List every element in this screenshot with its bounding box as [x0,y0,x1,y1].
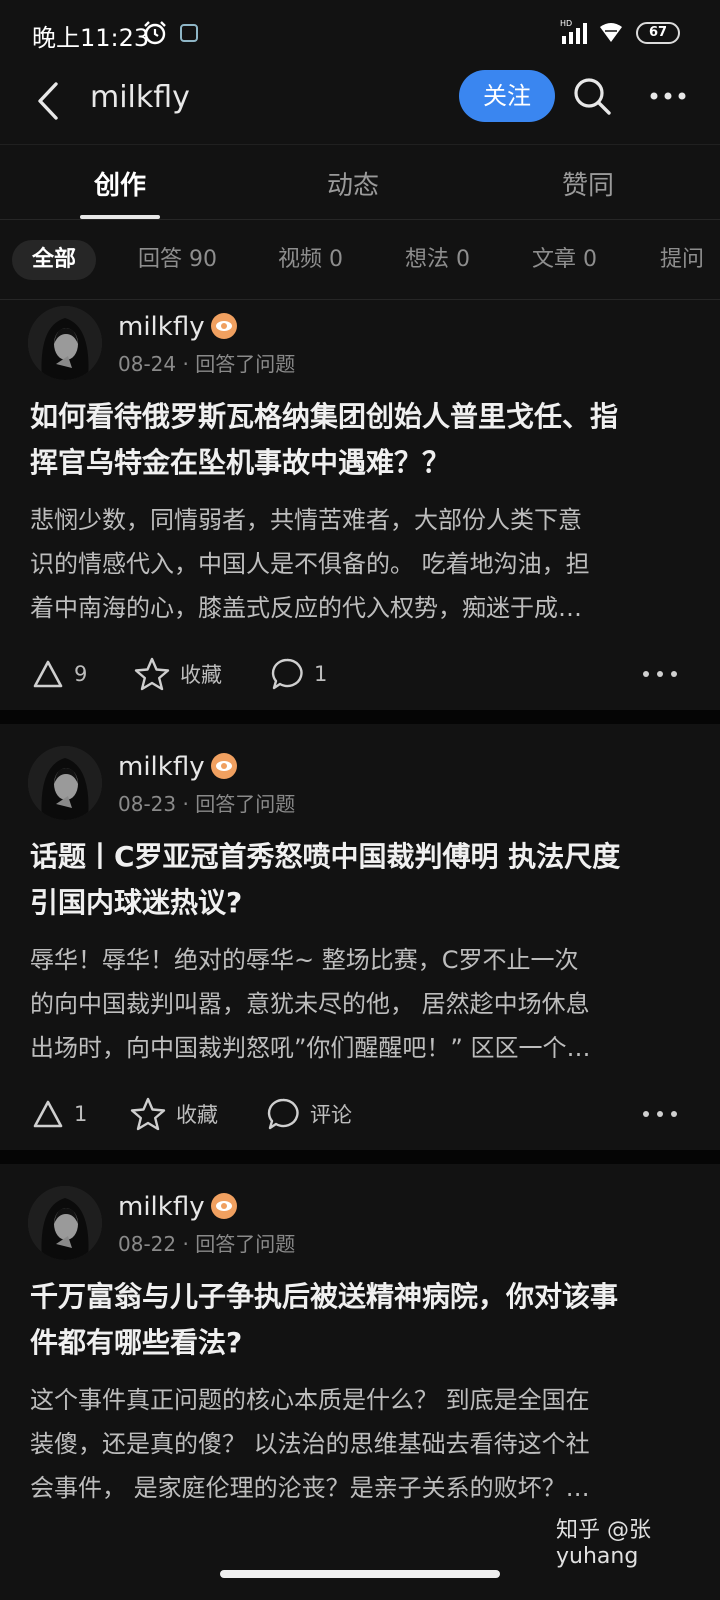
post-date: 08-24 [118,352,177,376]
card-more-icon[interactable] [640,666,680,682]
favorite-button[interactable]: 收藏 [134,654,222,694]
eye-badge-icon [211,1193,237,1219]
card-more-icon[interactable] [640,1106,680,1122]
signal-strength-icon: HD [560,19,587,44]
excerpt-line: 着中南海的心，膝盖式反应的代入权势，痴迷于成… [30,594,582,622]
eye-badge-icon [211,313,237,339]
card-divider [0,710,720,724]
post-action: 回答了问题 [195,792,296,816]
title-line: 话题丨C罗亚冠首秀怒喷中国裁判傅明 执法尺度 [30,840,621,873]
filter-articles[interactable]: 文章 0 [532,240,597,280]
active-tab-indicator [80,215,160,219]
comment-label: 评论 [310,1103,352,1127]
upvote-button[interactable]: 1 [32,1094,87,1134]
favorite-button[interactable]: 收藏 [130,1094,218,1134]
eye-badge-icon [211,753,237,779]
excerpt-line: 识的情感代入，中国人是不俱备的。 吃着地沟油，担 [30,550,590,578]
post-action: 回答了问题 [195,352,296,376]
filter-answers[interactable]: 回答 90 [138,240,217,280]
upvote-button[interactable]: 9 [32,654,87,694]
content-filter-row: 全部 回答 90 视频 0 想法 0 文章 0 提问 [0,220,720,300]
watermark: 知乎 @张yuhang [556,1518,651,1569]
title-line: 挥官乌特金在坠机事故中遇难？？ [30,446,451,479]
filter-thoughts[interactable]: 想法 0 [405,240,470,280]
profile-tabs: 创作 动态 赞同 [0,144,720,220]
answer-excerpt[interactable]: 这个事件真正问题的核心本质是什么？ 到底是全国在 装傻，还是真的傻？ 以法治的思… [30,1378,690,1510]
favorite-label: 收藏 [176,1103,218,1127]
follow-button[interactable]: 关注 [459,70,555,122]
question-title[interactable]: 如何看待俄罗斯瓦格纳集团创始人普里戈任、指 挥官乌特金在坠机事故中遇难？？ [30,394,690,486]
star-icon [130,1097,166,1131]
comment-button[interactable]: 1 [270,654,327,694]
excerpt-line: 的向中国裁判叫嚣，意犹未尽的他， 居然趁中场休息 [30,990,590,1018]
excerpt-line: 悲悯少数，同情弱者，共情苦难者，大部份人类下意 [30,506,582,534]
filter-videos[interactable]: 视频 0 [278,240,343,280]
excerpt-line: 辱华！辱华！绝对的辱华~ 整场比赛，C罗不止一次 [30,946,579,974]
comment-button[interactable]: 评论 [266,1094,352,1134]
answer-excerpt[interactable]: 辱华！辱华！绝对的辱华~ 整场比赛，C罗不止一次 的向中国裁判叫嚣，意犹未尽的他… [30,938,690,1070]
question-title[interactable]: 话题丨C罗亚冠首秀怒喷中国裁判傅明 执法尺度 引国内球迷热议? [30,834,690,926]
tab-upvotes[interactable]: 赞同 [528,165,648,202]
upvote-count: 1 [74,1102,88,1126]
post-action: 回答了问题 [195,1232,296,1256]
tab-activity[interactable]: 动态 [293,165,413,202]
upvote-triangle-icon [33,1100,63,1128]
favorite-label: 收藏 [180,663,222,687]
battery-indicator: 67 [636,22,680,44]
meta-separator: · [182,1232,196,1256]
network-label: HD [560,19,572,28]
author-name[interactable]: milkfly [118,312,205,342]
post-meta: 08-23 · 回答了问题 [118,788,295,817]
upvote-count: 9 [74,662,88,686]
chevron-left-icon[interactable] [34,80,64,122]
status-bar: 晚上11:23 HD 67 [0,0,720,64]
avatar[interactable] [28,746,102,820]
status-time: 晚上11:23 [32,24,150,52]
filter-all[interactable]: 全部 [12,240,97,280]
title-line: 引国内球迷热议? [30,886,243,919]
comment-bubble-icon [267,1098,299,1130]
home-indicator[interactable] [220,1570,500,1578]
meta-separator: · [182,792,196,816]
comment-bubble-icon [271,658,303,690]
title-line: 如何看待俄罗斯瓦格纳集团创始人普里戈任、指 [30,400,619,433]
answer-excerpt[interactable]: 悲悯少数，同情弱者，共情苦难者，大部份人类下意 识的情感代入，中国人是不俱备的。… [30,498,690,630]
excerpt-line: 出场时，向中国裁判怒吼”你们醒醒吧！” 区区一个… [30,1034,591,1062]
feed-card[interactable]: milkfly 08-23 · 回答了问题 话题丨C罗亚冠首秀怒喷中国裁判傅明 … [0,724,720,1150]
post-date: 08-23 [118,792,177,816]
tab-creations[interactable]: 创作 [60,165,180,202]
author-name[interactable]: milkfly [118,752,205,782]
post-date: 08-22 [118,1232,177,1256]
page-title: milkfly [90,80,190,115]
avatar[interactable] [28,1186,102,1260]
top-bar: milkfly 关注 [0,64,720,144]
search-icon[interactable] [572,76,612,116]
post-meta: 08-24 · 回答了问题 [118,348,295,377]
avatar[interactable] [28,306,102,380]
excerpt-line: 装傻，还是真的傻？ 以法治的思维基础去看待这个社 [30,1430,590,1458]
excerpt-line: 会事件， 是家庭伦理的沦丧？是亲子关系的败坏？… [30,1474,590,1502]
comment-count: 1 [314,662,328,686]
filter-questions[interactable]: 提问 [660,240,704,280]
upvote-triangle-icon [33,660,63,688]
alarm-clock-icon [144,21,166,45]
more-horizontal-icon[interactable] [648,88,688,104]
author-name[interactable]: milkfly [118,1192,205,1222]
meta-separator: · [182,352,196,376]
question-title[interactable]: 千万富翁与儿子争执后被送精神病院，你对该事 件都有哪些看法? [30,1274,690,1366]
card-divider [0,1150,720,1164]
title-line: 千万富翁与儿子争执后被送精神病院，你对该事 [30,1280,619,1313]
excerpt-line: 这个事件真正问题的核心本质是什么？ 到底是全国在 [30,1386,590,1414]
post-meta: 08-22 · 回答了问题 [118,1228,295,1257]
notification-app-icon [180,24,198,42]
star-icon [134,657,170,691]
title-line: 件都有哪些看法? [30,1326,243,1359]
feed-card[interactable]: milkfly 08-24 · 回答了问题 如何看待俄罗斯瓦格纳集团创始人普里戈… [0,300,720,710]
wifi-icon [600,23,622,42]
